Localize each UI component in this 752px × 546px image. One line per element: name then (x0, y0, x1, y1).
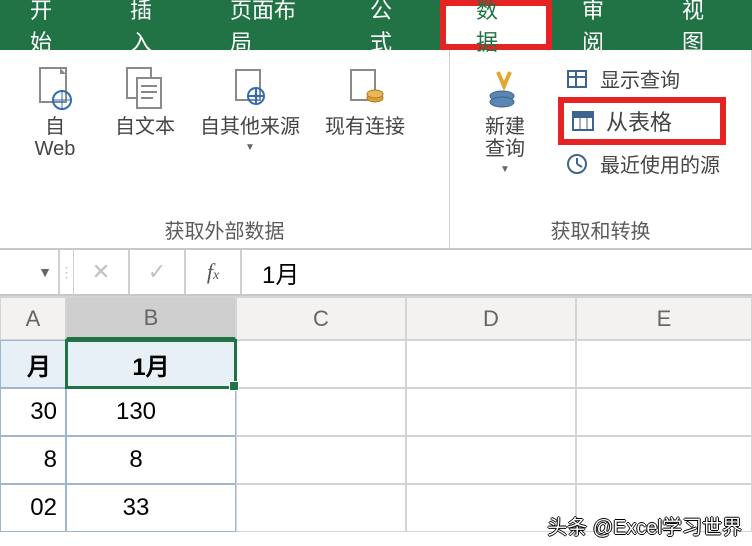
existing-connections-button[interactable]: 现有连接 (320, 56, 410, 160)
cell-c2[interactable] (236, 388, 406, 436)
globe-file-icon (32, 64, 78, 112)
spreadsheet: A B C D E 月 1月 30 130 8 8 02 33 (0, 296, 752, 532)
cell-c3[interactable] (236, 436, 406, 484)
table-row: 月 1月 (0, 340, 752, 388)
recent-icon (564, 151, 590, 177)
recent-sources-button[interactable]: 最近使用的源 (558, 147, 726, 180)
other-sources-icon (227, 64, 273, 112)
enter-button[interactable]: ✓ (130, 250, 186, 294)
existing-connections-label: 现有连接 (325, 116, 405, 138)
from-other-sources-button[interactable]: 自其他来源 ▼ (190, 56, 310, 160)
col-header-b[interactable]: B (66, 296, 236, 340)
name-box[interactable]: ▼ (0, 250, 60, 294)
transform-actions: 显示查询 从表格 最近使用的源 (550, 56, 734, 186)
cell-d3[interactable] (406, 436, 576, 484)
watermark: 头条 @Excel学习世界 (547, 511, 742, 540)
tab-formula[interactable]: 公式 (340, 0, 440, 50)
cell-d1[interactable] (406, 340, 576, 388)
ribbon-tabs: 开始 插入 页面布局 公式 数据 审阅 视图 (0, 0, 752, 50)
cell-c4[interactable] (236, 484, 406, 532)
fx-icon: fx (207, 259, 219, 285)
cancel-button[interactable]: ✕ (74, 250, 130, 294)
dropdown-caret-icon: ▼ (500, 164, 510, 175)
col-header-e[interactable]: E (576, 296, 752, 340)
new-query-label: 新建 查询 (485, 116, 525, 160)
from-web-label: 自 Web (35, 116, 76, 160)
new-query-icon (482, 64, 528, 112)
show-queries-label: 显示查询 (600, 64, 680, 93)
text-file-icon (122, 64, 168, 112)
from-web-button[interactable]: 自 Web (10, 56, 100, 160)
tab-review[interactable]: 审阅 (552, 0, 652, 50)
formula-input[interactable]: 1月 (242, 250, 752, 294)
insert-function-button[interactable]: fx (186, 250, 242, 294)
cell-e3[interactable] (576, 436, 752, 484)
cancel-x-icon: ✕ (92, 259, 110, 285)
group-transform-title: 获取和转换 (450, 215, 751, 244)
table-row: 8 8 (0, 436, 752, 484)
tab-view[interactable]: 视图 (652, 0, 752, 50)
formula-bar: ▼ ⋮ ✕ ✓ fx 1月 (0, 250, 752, 296)
col-header-c[interactable]: C (236, 296, 406, 340)
connections-icon (342, 64, 388, 112)
tab-data[interactable]: 数据 (440, 0, 552, 50)
name-box-arrow-icon: ▼ (38, 264, 52, 280)
cell-b1[interactable]: 1月 (66, 340, 236, 388)
tab-home[interactable]: 开始 (0, 0, 100, 50)
enter-check-icon: ✓ (148, 259, 166, 285)
cell-c1[interactable] (236, 340, 406, 388)
tab-layout[interactable]: 页面布局 (200, 0, 340, 50)
column-headers: A B C D E (0, 296, 752, 340)
dropdown-caret-icon: ▼ (245, 142, 255, 153)
table-icon (570, 108, 596, 134)
cell-a3[interactable]: 8 (0, 436, 66, 484)
from-table-button[interactable]: 从表格 (558, 97, 726, 145)
cell-a2[interactable]: 30 (0, 388, 66, 436)
table-row: 30 130 (0, 388, 752, 436)
ribbon: 自 Web 自文本 (0, 50, 752, 250)
group-external-title: 获取外部数据 (0, 215, 449, 244)
cell-b3[interactable]: 8 (66, 436, 236, 484)
new-query-button[interactable]: 新建 查询 ▼ (460, 56, 550, 186)
from-text-button[interactable]: 自文本 (100, 56, 190, 160)
group-external-data: 自 Web 自文本 (0, 50, 450, 248)
cell-b4[interactable]: 33 (66, 484, 236, 532)
expand-name-box-icon[interactable]: ⋮ (60, 250, 74, 294)
group-get-transform: 新建 查询 ▼ 显示查询 从表格 (450, 50, 752, 248)
from-other-sources-label: 自其他来源 (200, 116, 300, 138)
from-table-label: 从表格 (606, 105, 672, 137)
recent-sources-label: 最近使用的源 (600, 149, 720, 178)
col-header-a[interactable]: A (0, 296, 66, 340)
cell-e1[interactable] (576, 340, 752, 388)
col-header-d[interactable]: D (406, 296, 576, 340)
cell-e2[interactable] (576, 388, 752, 436)
show-queries-icon (564, 66, 590, 92)
cell-b2[interactable]: 130 (66, 388, 236, 436)
show-queries-button[interactable]: 显示查询 (558, 62, 726, 95)
cell-a4[interactable]: 02 (0, 484, 66, 532)
cell-a1[interactable]: 月 (0, 340, 66, 388)
tab-insert[interactable]: 插入 (100, 0, 200, 50)
from-text-label: 自文本 (115, 116, 175, 138)
cell-d2[interactable] (406, 388, 576, 436)
